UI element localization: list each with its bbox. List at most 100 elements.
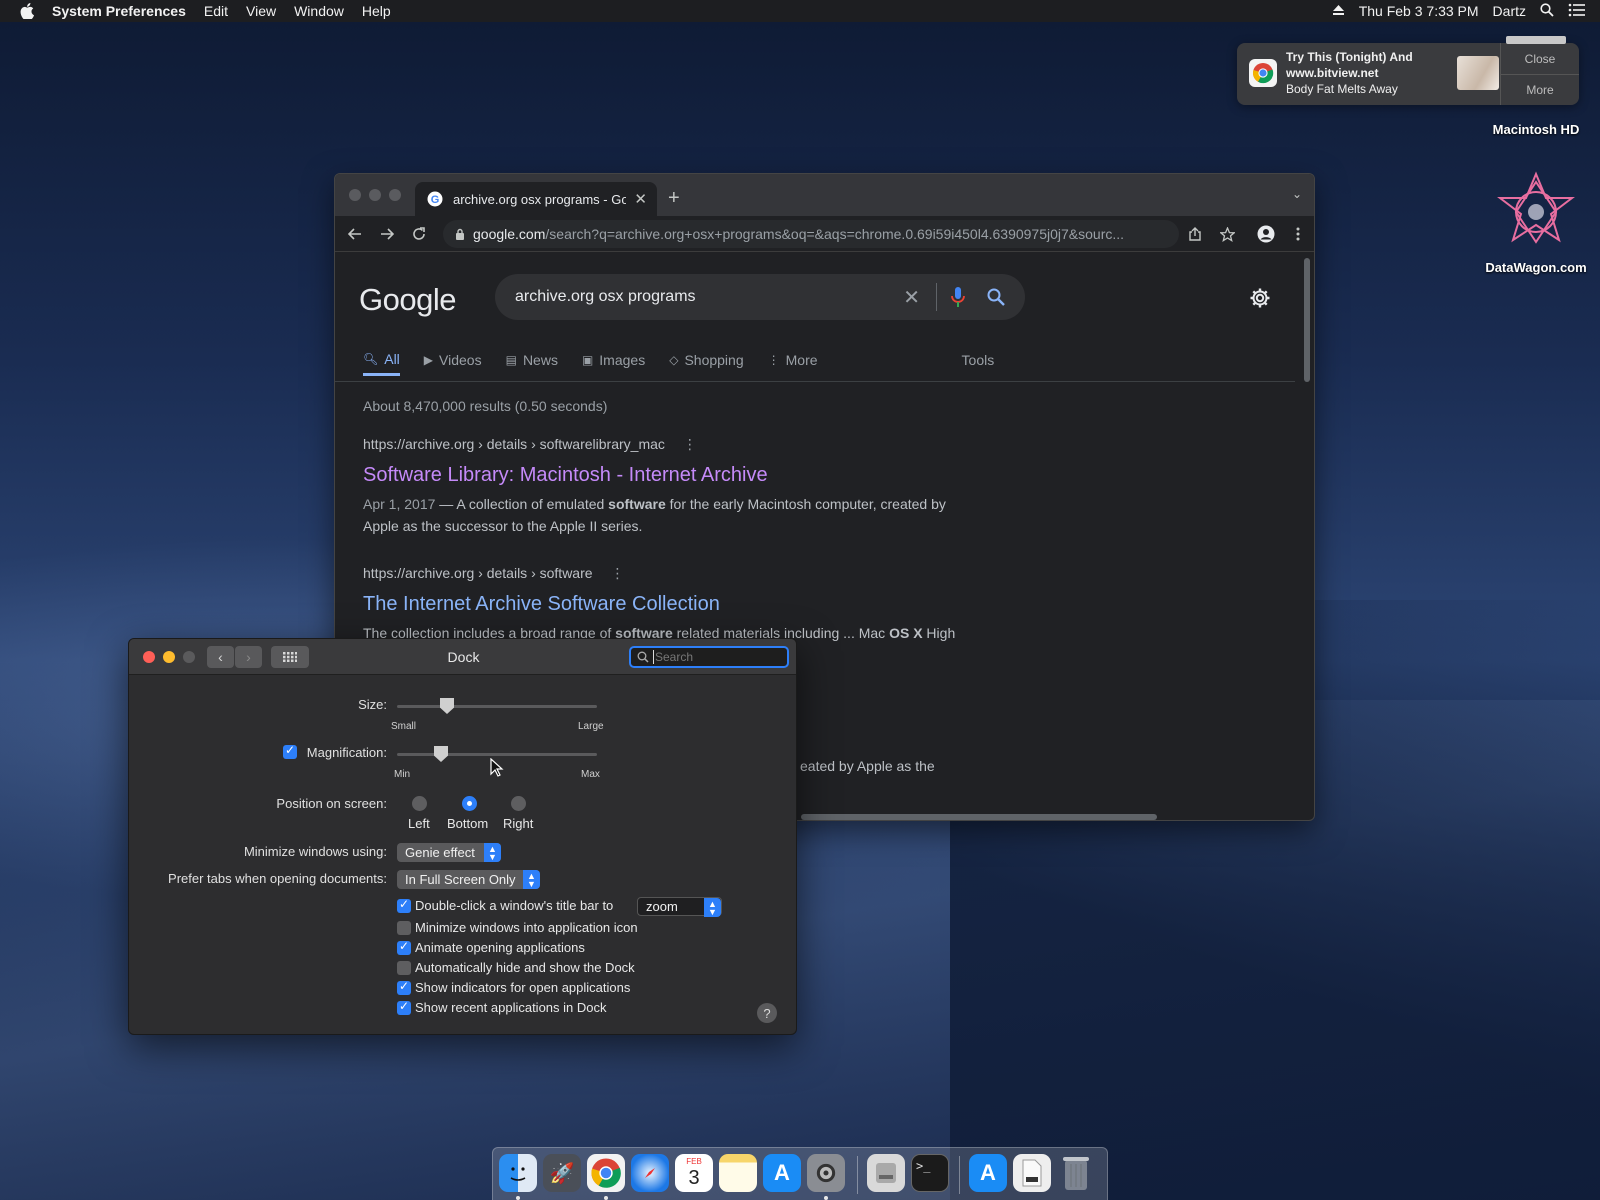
app-store-folder-icon[interactable]: A [969,1154,1007,1192]
vertical-scrollbar[interactable] [1304,258,1310,382]
browser-tab[interactable]: G archive.org osx programs - Go ✕ [415,182,657,216]
image-icon: ▣ [581,353,594,367]
menu-edit[interactable]: Edit [204,3,228,19]
settings-gear-icon[interactable] [1249,287,1271,314]
result-cite[interactable]: https://archive.org › details › software… [363,436,983,456]
app-store-icon[interactable]: A [763,1154,801,1192]
search-query[interactable]: archive.org osx programs [515,288,903,306]
back-icon[interactable] [345,224,365,244]
tab-shopping[interactable]: ◇ Shopping [669,344,743,376]
running-indicator [604,1196,608,1200]
prefs-search-field[interactable]: Search [629,646,789,668]
address-bar[interactable]: google.com/search?q=archive.org+osx+prog… [443,220,1179,248]
magnification-slider-knob[interactable] [434,746,448,762]
option-checkbox[interactable] [397,961,411,975]
finder-icon[interactable] [499,1154,537,1192]
tab-search-chevron-icon[interactable]: ⌄ [1292,187,1302,201]
result-snippet: Apr 1, 2017 — A collection of emulated s… [363,496,946,534]
new-tab-icon[interactable]: + [668,187,680,210]
disk-utility-icon[interactable] [867,1154,905,1192]
option-checkbox[interactable] [397,999,411,1015]
result-options-icon[interactable]: ⋮ [683,436,697,452]
search-submit-icon[interactable] [987,288,1005,306]
chrome-icon[interactable] [587,1154,625,1192]
calendar-icon[interactable]: FEB 3 [675,1154,713,1192]
window-minimize-button[interactable] [163,651,175,663]
double-click-checkbox[interactable] [397,897,411,913]
double-click-action-popup[interactable]: zoom ▲ ▼ [637,897,722,917]
position-left-radio[interactable] [412,796,427,811]
size-label: Size: [358,697,387,712]
forward-chevron-icon[interactable]: › [235,646,262,668]
option-checkbox[interactable] [397,939,411,955]
safari-icon[interactable] [631,1154,669,1192]
result-cite[interactable]: https://archive.org › details › software… [363,565,983,585]
minimize-effect-popup[interactable]: Genie effect ▲ ▼ [397,843,501,862]
position-bottom-radio[interactable] [462,796,477,811]
menu-app-name[interactable]: System Preferences [52,3,186,19]
spotlight-icon[interactable] [1540,2,1554,20]
result-title-link[interactable]: Software Library: Macintosh - Internet A… [363,464,983,487]
mouse-pointer-icon [490,757,504,783]
back-chevron-icon[interactable]: ‹ [207,646,234,668]
size-slider-knob[interactable] [440,698,454,714]
dock-separator [959,1156,960,1194]
tabs-divider [335,381,1295,382]
result-title-link[interactable]: The Internet Archive Software Collection [363,593,983,616]
voice-search-icon[interactable] [951,286,965,308]
notification-center-icon[interactable] [1568,3,1586,20]
show-all-grid-icon[interactable] [271,646,309,668]
search-result: https://archive.org › details › software… [363,565,983,644]
reload-icon[interactable] [409,224,429,244]
window-close-button[interactable] [349,189,361,201]
launchpad-icon[interactable]: 🚀 [543,1154,581,1192]
tab-close-icon[interactable]: ✕ [634,190,647,208]
menu-view[interactable]: View [246,3,276,19]
google-logo[interactable]: Google [359,282,456,318]
menu-user[interactable]: Dartz [1493,3,1526,19]
terminal-icon[interactable]: >_ [911,1154,949,1192]
option-checkbox[interactable] [397,979,411,995]
notification-title: Try This (Tonight) And [1286,50,1413,64]
tab-all[interactable]: 🔍︎ All [363,344,400,376]
horizontal-scrollbar[interactable] [801,814,1157,820]
trash-icon[interactable] [1057,1154,1095,1192]
notification-text: Try This (Tonight) And www.bitview.net B… [1286,49,1461,97]
position-right-radio[interactable] [511,796,526,811]
share-icon[interactable] [1185,224,1205,244]
chrome-icon [1249,59,1277,87]
forward-icon[interactable] [377,224,397,244]
chrome-menu-icon[interactable] [1288,224,1308,244]
window-zoom-button[interactable] [389,189,401,201]
window-close-button[interactable] [143,651,155,663]
help-button[interactable]: ? [757,1003,777,1023]
dock-preferences-window: Dock ‹ › Search Size: Small Large Magnif… [128,638,797,1035]
window-zoom-button[interactable] [183,651,195,663]
tab-news[interactable]: ▤ News [506,344,558,376]
desktop-icon-label: Macintosh HD [1492,122,1580,137]
tab-images[interactable]: ▣ Images [582,344,645,376]
option-checkbox[interactable] [397,921,411,935]
tab-tools[interactable]: Tools [962,344,995,376]
result-options-icon[interactable]: ⋮ [611,565,625,581]
bookmark-star-icon[interactable] [1217,224,1237,244]
menu-window[interactable]: Window [294,3,344,19]
notes-icon[interactable] [719,1154,757,1192]
google-search-box[interactable]: archive.org osx programs ✕ [495,274,1025,320]
tab-videos[interactable]: ▶ Videos [424,344,482,376]
system-preferences-icon[interactable] [807,1154,845,1192]
apple-menu-icon[interactable] [20,3,38,19]
desktop-icon-datawagon[interactable]: DataWagon.com [1476,170,1596,275]
desktop-icon-macintosh-hd[interactable]: Macintosh HD [1480,36,1592,137]
lock-icon [455,228,465,240]
clear-search-icon[interactable]: ✕ [903,285,920,310]
window-minimize-button[interactable] [369,189,381,201]
position-left-label: Left [408,816,430,831]
tab-more[interactable]: ⋮ More [768,344,818,376]
eject-icon[interactable] [1332,3,1345,19]
profile-avatar-icon[interactable] [1256,224,1276,244]
prefer-tabs-popup[interactable]: In Full Screen Only ▲ ▼ [397,870,540,889]
menu-help[interactable]: Help [362,3,391,19]
document-icon[interactable] [1013,1154,1051,1192]
menu-clock[interactable]: Thu Feb 3 7:33 PM [1359,3,1479,19]
